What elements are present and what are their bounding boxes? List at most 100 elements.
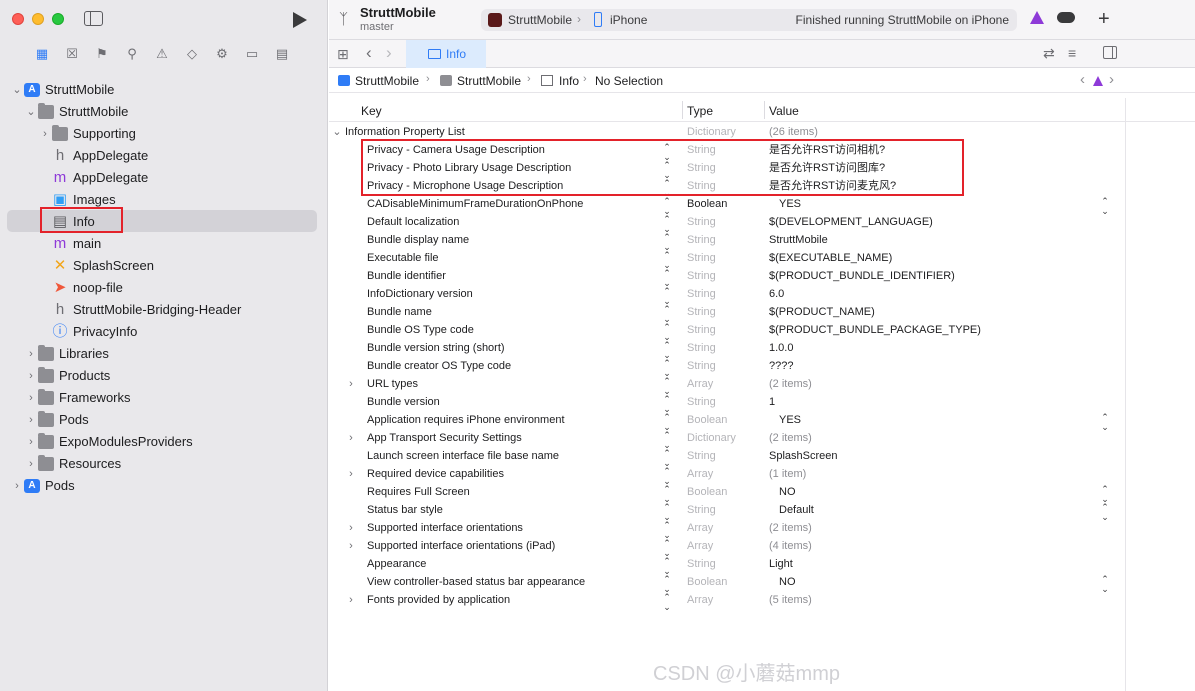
jumpbar-file[interactable]: Info <box>559 74 579 88</box>
column-header-value[interactable]: Value <box>769 104 799 118</box>
column-header-type[interactable]: Type <box>687 104 713 118</box>
chevron-right-icon[interactable]: › <box>26 453 36 475</box>
row-key[interactable]: Bundle identifier <box>367 267 446 285</box>
table-row[interactable]: Launch screen interface file base name ⌃⌄… <box>329 447 1195 469</box>
row-type[interactable]: String <box>687 303 716 321</box>
row-value[interactable]: StruttMobile <box>769 231 828 249</box>
row-type[interactable]: String <box>687 177 716 195</box>
chevron-right-icon[interactable]: › <box>346 375 356 393</box>
row-value[interactable]: (4 items) <box>769 537 812 555</box>
row-type[interactable]: Dictionary <box>687 429 736 447</box>
row-key[interactable]: Supported interface orientations (iPad) <box>367 537 555 555</box>
row-type[interactable]: String <box>687 141 716 159</box>
sidebar-item-struttmobile[interactable]: ⌄ StruttMobile <box>0 101 320 123</box>
column-divider[interactable] <box>764 101 765 119</box>
key-stepper-icon[interactable]: ⌃⌄ <box>663 593 673 613</box>
row-key[interactable]: Supported interface orientations <box>367 519 523 537</box>
table-row[interactable]: Appearance ⌃⌄ String Light <box>329 555 1195 577</box>
row-type[interactable]: Boolean <box>687 483 727 501</box>
row-value[interactable]: (5 items) <box>769 591 812 609</box>
row-key[interactable]: Default localization <box>367 213 459 231</box>
row-key[interactable]: Appearance <box>367 555 426 573</box>
sidebar-item-supporting[interactable]: › Supporting <box>0 123 320 145</box>
table-row[interactable]: › Supported interface orientations ⌃⌄ Array… <box>329 519 1195 541</box>
run-button[interactable] <box>293 12 307 28</box>
table-row[interactable]: Executable file ⌃⌄ String $(EXECUTABLE_NAME… <box>329 249 1195 271</box>
row-type[interactable]: Boolean <box>687 573 727 591</box>
row-type[interactable]: String <box>687 339 716 357</box>
warning-icon[interactable] <box>1030 11 1044 24</box>
chevron-right-icon[interactable]: › <box>346 537 356 555</box>
row-type[interactable]: Array <box>687 519 713 537</box>
row-value[interactable]: YES <box>779 195 801 213</box>
sidebar-item-resources[interactable]: › Resources <box>0 453 320 475</box>
row-value[interactable]: $(DEVELOPMENT_LANGUAGE) <box>769 213 933 231</box>
row-value[interactable]: (1 item) <box>769 465 806 483</box>
row-key[interactable]: Privacy - Microphone Usage Description <box>367 177 563 195</box>
row-key[interactable]: Bundle version <box>367 393 440 411</box>
row-value[interactable]: (2 items) <box>769 429 812 447</box>
sidebar-item-struttmobile-bridging-header[interactable]: h StruttMobile-Bridging-Header <box>0 299 320 321</box>
table-row[interactable]: Privacy - Camera Usage Description ⌃⌄ Stri… <box>329 141 1195 163</box>
add-editor-icon[interactable] <box>1103 46 1117 59</box>
row-type[interactable]: String <box>687 447 716 465</box>
table-row[interactable]: Bundle creator OS Type code ⌃⌄ String???? <box>329 357 1195 379</box>
sidebar-item-products[interactable]: › Products <box>0 365 320 387</box>
scheme-activity-bar[interactable]: StruttMobile › iPhone Finished running S… <box>481 9 1017 31</box>
table-row-root[interactable]: ⌄ Information Property List Dictionary (… <box>329 123 1195 141</box>
row-key[interactable]: Privacy - Camera Usage Description <box>367 141 545 159</box>
table-row[interactable]: InfoDictionary version ⌃⌄ String 6.0 <box>329 285 1195 307</box>
row-value[interactable]: Default <box>779 501 814 519</box>
row-type[interactable]: Boolean <box>687 195 727 213</box>
chevron-right-icon[interactable]: › <box>26 387 36 409</box>
row-key[interactable]: App Transport Security Settings <box>367 429 522 447</box>
close-window-button[interactable] <box>12 13 24 25</box>
row-value[interactable]: 是否允许RST访问图库? <box>769 159 885 177</box>
sidebar-item-frameworks[interactable]: › Frameworks <box>0 387 320 409</box>
table-row[interactable]: Bundle version ⌃⌄ String 1 <box>329 393 1195 415</box>
row-type[interactable]: String <box>687 321 716 339</box>
row-type[interactable]: String <box>687 393 716 411</box>
sidebar-item-images[interactable]: ▣ Images <box>0 189 320 211</box>
chevron-right-icon[interactable]: › <box>346 465 356 483</box>
swap-arrows-icon[interactable]: ⇄ <box>1043 45 1055 62</box>
row-key[interactable]: Bundle OS Type code <box>367 321 474 339</box>
row-value[interactable]: (2 items) <box>769 519 812 537</box>
table-row[interactable]: › URL types ⌃⌄ Array (2 items) <box>329 375 1195 397</box>
warning-icon[interactable] <box>1093 76 1103 86</box>
table-row[interactable]: › Required device capabilities ⌃⌄ Array (1 i… <box>329 465 1195 487</box>
test-navigator-icon[interactable]: ◇ <box>184 46 200 62</box>
table-row[interactable]: Bundle display name ⌃⌄ String StruttMobile <box>329 231 1195 253</box>
table-row[interactable]: Default localization ⌃⌄ String $(DEVELOPMEN… <box>329 213 1195 235</box>
tab-info[interactable]: Info <box>406 40 486 68</box>
sidebar-item-pods[interactable]: › A Pods <box>0 475 320 497</box>
row-key[interactable]: Bundle name <box>367 303 432 321</box>
table-row[interactable]: CADisableMinimumFrameDurationOnPhone ⌃⌄ Bo… <box>329 195 1195 217</box>
sidebar-item-appdelegate[interactable]: h AppDelegate <box>0 145 320 167</box>
row-value[interactable]: 6.0 <box>769 285 784 303</box>
sidebar-item-info[interactable]: ▤ Info <box>0 211 320 233</box>
chevron-right-icon[interactable]: › <box>346 591 356 609</box>
scheme-selector[interactable]: StruttMobile <box>508 13 572 27</box>
table-row[interactable]: › App Transport Security Settings ⌃⌄ Dictio… <box>329 429 1195 451</box>
jumpbar-selection[interactable]: No Selection <box>595 74 663 88</box>
row-value[interactable]: 1.0.0 <box>769 339 793 357</box>
project-navigator-icon[interactable]: ▦ <box>34 46 50 62</box>
previous-issue-icon[interactable]: ‹ <box>1080 71 1085 88</box>
row-type[interactable]: String <box>687 285 716 303</box>
chevron-down-icon[interactable]: ⌄ <box>332 123 342 141</box>
row-value[interactable]: ???? <box>769 357 793 375</box>
row-key[interactable]: Bundle creator OS Type code <box>367 357 511 375</box>
row-type[interactable]: String <box>687 357 716 375</box>
row-value[interactable]: (2 items) <box>769 375 812 393</box>
chevron-right-icon[interactable]: › <box>346 519 356 537</box>
row-key[interactable]: Privacy - Photo Library Usage Descriptio… <box>367 159 571 177</box>
row-type[interactable]: String <box>687 249 716 267</box>
chevron-right-icon[interactable]: › <box>26 409 36 431</box>
sidebar-item-appdelegate[interactable]: m AppDelegate <box>0 167 320 189</box>
table-row[interactable]: Bundle OS Type code ⌃⌄ String $(PRODUCT_BUN… <box>329 321 1195 343</box>
table-row[interactable]: Bundle name ⌃⌄ String $(PRODUCT_NAME) <box>329 303 1195 325</box>
table-row[interactable]: Privacy - Microphone Usage Description ⌃⌄… <box>329 177 1195 199</box>
run-destination-selector[interactable]: iPhone <box>610 13 647 27</box>
chevron-right-icon[interactable]: › <box>40 123 50 145</box>
